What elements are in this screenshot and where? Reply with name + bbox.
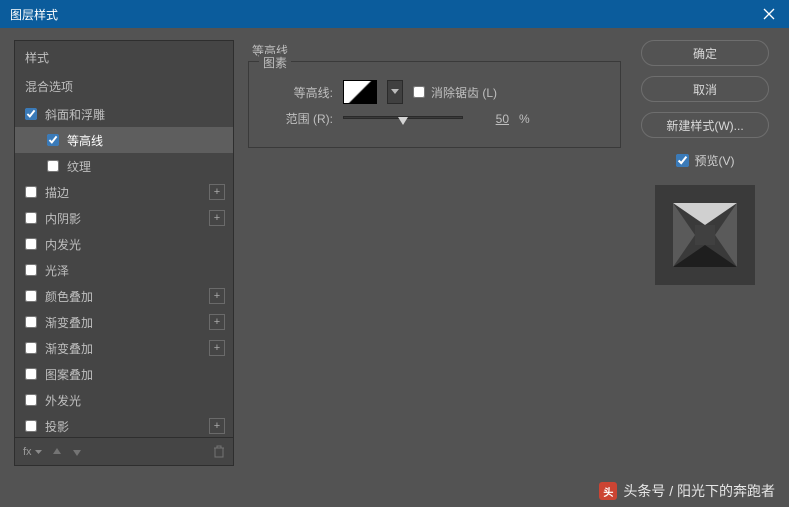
elements-fieldset: 图素 等高线: 消除锯齿 (L) 范围 (R):: [248, 61, 621, 148]
style-item-3[interactable]: 描边 +: [15, 179, 233, 205]
style-item-11[interactable]: 外发光: [15, 387, 233, 413]
style-checkbox[interactable]: [25, 368, 37, 380]
contour-dropdown[interactable]: [387, 80, 403, 104]
new-style-button[interactable]: 新建样式(W)...: [641, 112, 769, 138]
style-item-5[interactable]: 内发光: [15, 231, 233, 257]
main-panel: 等高线 图素 等高线: 消除锯齿 (L) 范围 (R):: [234, 40, 635, 466]
style-item-12[interactable]: 投影 +: [15, 413, 233, 437]
style-item-0[interactable]: 斜面和浮雕: [15, 101, 233, 127]
style-item-6[interactable]: 光泽: [15, 257, 233, 283]
preview-thumbnail: [655, 185, 755, 285]
titlebar: 图层样式: [0, 0, 789, 28]
style-label: 斜面和浮雕: [45, 106, 105, 123]
add-effect-icon[interactable]: +: [209, 210, 225, 226]
style-checkbox[interactable]: [25, 420, 37, 432]
preview-input[interactable]: [676, 154, 689, 167]
antialias-checkbox[interactable]: 消除锯齿 (L): [413, 84, 497, 101]
range-label: 范围 (R):: [263, 110, 333, 127]
watermark-text: 头条号 / 阳光下的奔跑者: [623, 481, 775, 501]
antialias-input[interactable]: [413, 86, 425, 98]
style-item-4[interactable]: 内阴影 +: [15, 205, 233, 231]
arrow-up-icon[interactable]: [52, 447, 62, 457]
range-unit: %: [519, 112, 530, 126]
chevron-down-icon: [35, 450, 42, 455]
style-label: 描边: [45, 184, 69, 201]
preview-label: 预览(V): [695, 152, 735, 169]
style-item-7[interactable]: 颜色叠加 +: [15, 283, 233, 309]
ok-button[interactable]: 确定: [641, 40, 769, 66]
chevron-down-icon: [391, 89, 399, 95]
style-checkbox[interactable]: [25, 290, 37, 302]
watermark-logo: 头: [599, 482, 617, 500]
fx-menu[interactable]: fx: [23, 446, 42, 458]
style-checkbox[interactable]: [25, 316, 37, 328]
style-item-2[interactable]: 纹理: [15, 153, 233, 179]
style-label: 外发光: [45, 392, 81, 409]
style-label: 内发光: [45, 236, 81, 253]
cancel-button[interactable]: 取消: [641, 76, 769, 102]
style-checkbox[interactable]: [47, 134, 59, 146]
right-panel: 确定 取消 新建样式(W)... 预览(V): [635, 40, 775, 466]
contour-label: 等高线:: [263, 84, 333, 101]
dialog-title: 图层样式: [10, 6, 58, 23]
close-button[interactable]: [749, 0, 789, 28]
fieldset-legend: 图素: [259, 54, 291, 71]
sidebar-footer: fx: [15, 437, 233, 465]
style-checkbox[interactable]: [25, 264, 37, 276]
range-value[interactable]: 50: [473, 112, 509, 126]
style-checkbox[interactable]: [47, 160, 59, 172]
style-checkbox[interactable]: [25, 212, 37, 224]
style-item-9[interactable]: 渐变叠加 +: [15, 335, 233, 361]
style-checkbox[interactable]: [25, 342, 37, 354]
style-label: 纹理: [67, 158, 91, 175]
styles-header: 样式: [15, 41, 233, 72]
style-checkbox[interactable]: [25, 108, 37, 120]
watermark: 头 头条号 / 阳光下的奔跑者: [599, 481, 775, 501]
style-checkbox[interactable]: [25, 186, 37, 198]
style-item-1[interactable]: 等高线: [15, 127, 233, 153]
preview-checkbox[interactable]: 预览(V): [676, 152, 735, 169]
style-label: 颜色叠加: [45, 288, 93, 305]
add-effect-icon[interactable]: +: [209, 184, 225, 200]
style-label: 等高线: [67, 132, 103, 149]
style-label: 内阴影: [45, 210, 81, 227]
contour-picker[interactable]: [343, 80, 377, 104]
close-icon: [763, 8, 775, 20]
style-label: 图案叠加: [45, 366, 93, 383]
add-effect-icon[interactable]: +: [209, 418, 225, 434]
style-label: 渐变叠加: [45, 314, 93, 331]
antialias-label: 消除锯齿 (L): [431, 84, 497, 101]
add-effect-icon[interactable]: +: [209, 288, 225, 304]
blending-options[interactable]: 混合选项: [15, 72, 233, 101]
panel-title: 等高线: [252, 42, 621, 59]
style-label: 光泽: [45, 262, 69, 279]
style-item-10[interactable]: 图案叠加: [15, 361, 233, 387]
style-checkbox[interactable]: [25, 238, 37, 250]
trash-icon[interactable]: [213, 445, 225, 458]
style-item-8[interactable]: 渐变叠加 +: [15, 309, 233, 335]
add-effect-icon[interactable]: +: [209, 314, 225, 330]
arrow-down-icon[interactable]: [72, 447, 82, 457]
range-slider[interactable]: [343, 112, 463, 126]
styles-sidebar: 样式 混合选项 斜面和浮雕等高线纹理描边 + 内阴影 + 内发光光泽颜色叠加 + 渐变叠加 +…: [14, 40, 234, 466]
slider-thumb[interactable]: [398, 117, 408, 125]
style-label: 渐变叠加: [45, 340, 93, 357]
style-checkbox[interactable]: [25, 394, 37, 406]
style-label: 投影: [45, 418, 69, 435]
add-effect-icon[interactable]: +: [209, 340, 225, 356]
